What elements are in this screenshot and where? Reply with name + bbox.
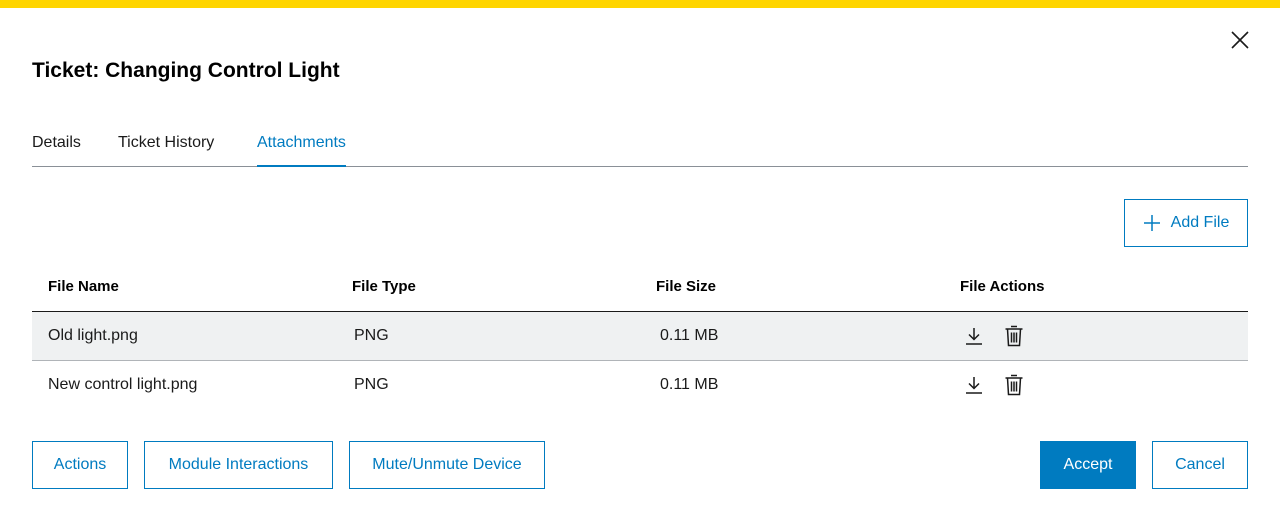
download-icon <box>966 377 982 394</box>
table-header: File Name File Type File Size File Actio… <box>32 263 1248 312</box>
tab-ticket-history[interactable]: Ticket History <box>118 124 214 166</box>
delete-button[interactable] <box>1003 325 1025 347</box>
module-interactions-button[interactable]: Module Interactions <box>144 441 333 489</box>
plus-icon <box>1143 215 1160 231</box>
attachments-table: File Name File Type File Size File Actio… <box>32 263 1248 410</box>
download-button[interactable] <box>963 325 985 347</box>
file-name-cell: Old light.png <box>48 327 138 344</box>
file-type-cell: PNG <box>354 376 389 393</box>
table-row: New control light.png PNG 0.11 MB <box>32 361 1248 410</box>
delete-button[interactable] <box>1003 374 1025 396</box>
cancel-button[interactable]: Cancel <box>1152 441 1248 489</box>
tab-attachments[interactable]: Attachments <box>257 124 346 167</box>
actions-button[interactable]: Actions <box>32 441 128 489</box>
top-accent-bar <box>0 0 1280 8</box>
dialog-title: Ticket: Changing Control Light <box>32 59 340 82</box>
close-button[interactable] <box>1226 26 1254 54</box>
add-file-label: Add File <box>1170 214 1230 231</box>
file-type-cell: PNG <box>354 327 389 344</box>
trash-icon <box>1005 325 1023 347</box>
trash-icon <box>1005 374 1023 396</box>
file-size-cell: 0.11 MB <box>660 376 719 393</box>
file-size-cell: 0.11 MB <box>660 327 719 344</box>
column-header-file-name: File Name <box>48 278 119 295</box>
column-header-file-size: File Size <box>656 278 717 295</box>
column-header-file-type: File Type <box>352 278 416 295</box>
tab-details[interactable]: Details <box>32 124 81 166</box>
mute-unmute-device-button[interactable]: Mute/Unmute Device <box>349 441 545 489</box>
file-name-cell: New control light.png <box>48 376 198 393</box>
download-icon <box>966 328 982 345</box>
download-button[interactable] <box>963 374 985 396</box>
table-row: Old light.png PNG 0.11 MB <box>32 312 1248 361</box>
close-icon <box>1231 31 1249 49</box>
tab-bar: Details Ticket History Attachments <box>32 124 1248 167</box>
add-file-button[interactable]: Add File <box>1124 199 1248 247</box>
column-header-file-actions: File Actions <box>960 278 1045 295</box>
accept-button[interactable]: Accept <box>1040 441 1136 489</box>
